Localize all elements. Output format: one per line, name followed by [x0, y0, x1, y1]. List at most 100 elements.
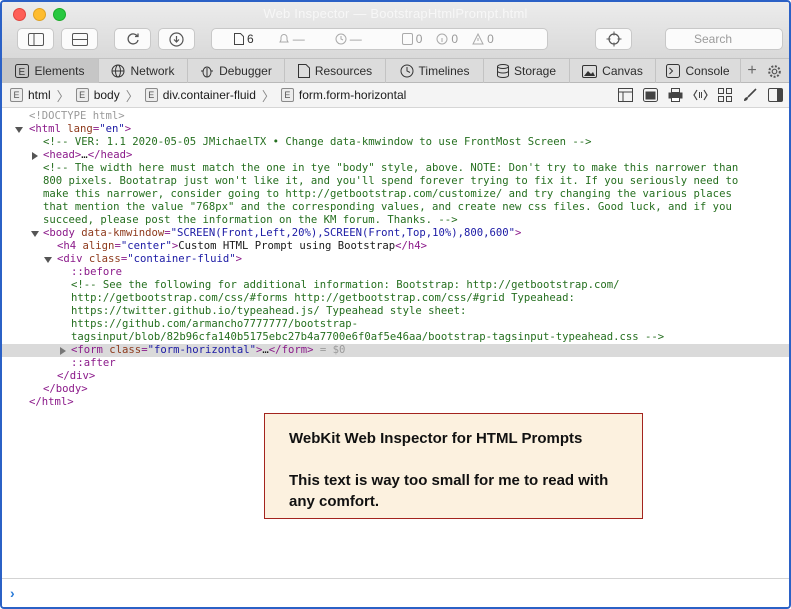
tab-label: Storage — [513, 64, 557, 78]
disclosure-closed-icon[interactable] — [59, 347, 67, 355]
comment-line: tagsinput/blob/82b96cfa140b5175ebc27b4a7… — [71, 331, 665, 343]
layers-button[interactable] — [617, 87, 633, 103]
tab-network[interactable]: Network — [99, 59, 188, 83]
comment-text: <!-- VER: 1.1 2020-05-05 JMichaelTX • Ch… — [43, 136, 592, 148]
crosshair-icon — [606, 31, 621, 47]
dom-node-div[interactable]: <div class="container-fluid"> — [2, 253, 789, 266]
tag-open: <div — [57, 253, 83, 265]
disclosure-open-icon[interactable] — [44, 256, 52, 264]
resource-count[interactable]: 6 — [234, 32, 254, 46]
dom-node-body-close[interactable]: </body> — [2, 383, 789, 396]
add-tab-button[interactable]: + — [741, 59, 763, 83]
storage-icon — [496, 64, 509, 78]
breadcrumb-body[interactable]: E body — [75, 83, 120, 107]
attr-name: align — [82, 240, 115, 252]
warning-icon — [472, 33, 484, 45]
dom-node-see-comment[interactable]: <!-- See the following for additional in… — [2, 279, 789, 344]
info-icon — [436, 33, 448, 45]
dom-node-html[interactable]: <html lang="en"> — [2, 123, 789, 136]
dom-node-head[interactable]: <head>…</head> — [2, 149, 789, 162]
search-field[interactable] — [665, 28, 783, 50]
comment-line: <!-- See the following for additional in… — [71, 279, 620, 291]
tab-storage[interactable]: Storage — [484, 59, 570, 83]
sidebar-layout-icon — [27, 32, 44, 46]
window-icon — [642, 88, 658, 102]
tab-resources[interactable]: Resources — [285, 59, 386, 83]
console-prompt-icon: › — [10, 585, 15, 601]
comment-line: that mention the value "768px" and the c… — [43, 201, 732, 213]
info-count[interactable]: 0 — [436, 32, 458, 46]
dom-node-div-close[interactable]: </div> — [2, 370, 789, 383]
tag-close: </head> — [87, 149, 133, 161]
dom-node-h4[interactable]: <h4 align="center">Custom HTML Prompt us… — [2, 240, 789, 253]
console-input[interactable] — [20, 586, 789, 600]
breadcrumb-form[interactable]: E form.form-horizontal — [280, 83, 406, 107]
dom-node-before[interactable]: ::before — [2, 266, 789, 279]
reload-icon — [126, 33, 139, 45]
dom-node-doctype[interactable]: <!DOCTYPE html> — [2, 110, 789, 123]
download-button[interactable] — [158, 28, 195, 50]
settings-button[interactable] — [763, 59, 785, 83]
dock-side-button[interactable] — [17, 28, 54, 50]
tag-end: > — [515, 227, 522, 239]
svg-text:E: E — [19, 67, 26, 78]
log-count[interactable]: 0 — [401, 32, 422, 46]
message-icon — [401, 33, 413, 45]
breadcrumb-html[interactable]: E html — [10, 83, 51, 107]
pseudo-element: ::before — [71, 266, 123, 278]
tab-debugger[interactable]: Debugger — [188, 59, 285, 83]
tag-close: </h4> — [395, 240, 428, 252]
breadcrumb-label: body — [93, 88, 120, 102]
comment-line: <!-- The width here must match the one i… — [43, 162, 739, 174]
tab-label: Canvas — [602, 64, 643, 78]
breadcrumb-label: div.container-fluid — [162, 88, 256, 102]
edit-style-button[interactable] — [742, 87, 758, 103]
dom-node-form-selected[interactable]: <form class="form-horizontal">…</form> =… — [2, 344, 789, 357]
activity-viewer: 6 — — 0 0 0 — [211, 28, 548, 50]
dock-bottom-button[interactable] — [61, 28, 98, 50]
disclosure-closed-icon[interactable] — [31, 152, 39, 160]
tab-console[interactable]: Console — [656, 59, 741, 83]
bottom-layout-icon — [71, 32, 88, 46]
toggle-sidebar-button[interactable] — [767, 87, 783, 103]
element-icon: E — [144, 88, 158, 102]
dom-node-after[interactable]: ::after — [2, 357, 789, 370]
tag-open: <form — [71, 344, 103, 356]
dom-node-width-comment[interactable]: <!-- The width here must match the one i… — [2, 162, 789, 227]
annotation-callout: WebKit Web Inspector for HTML Prompts Th… — [264, 413, 643, 519]
comment-line: https://github.com/armancho7777777/boots… — [71, 318, 359, 330]
notification-count-value: — — [292, 32, 305, 46]
attr-name: lang — [67, 123, 93, 135]
tab-elements[interactable]: E Elements — [2, 59, 99, 83]
breadcrumb-div[interactable]: E div.container-fluid — [144, 83, 256, 107]
shadow-content-button[interactable] — [692, 87, 708, 103]
printer-icon — [668, 88, 682, 102]
show-rulers-button[interactable] — [642, 87, 658, 103]
window-title: Web Inspector — BootstrapHtmlPrompt.html — [263, 6, 528, 21]
comment-line: https://twitter.github.io/typeahead.js/ … — [71, 305, 467, 317]
tab-label: Network — [130, 64, 175, 78]
warning-count[interactable]: 0 — [472, 32, 494, 46]
load-time[interactable]: — — [335, 32, 362, 46]
dom-node-ver-comment[interactable]: <!-- VER: 1.1 2020-05-05 JMichaelTX • Ch… — [2, 136, 789, 149]
print-styles-button[interactable] — [667, 87, 683, 103]
disclosure-open-icon[interactable] — [31, 230, 39, 238]
comment-line: succeed, please post the information on … — [43, 214, 458, 226]
element-picker-button[interactable] — [595, 28, 632, 50]
disclosure-open-icon[interactable] — [15, 126, 23, 134]
dom-node-body[interactable]: <body data-kmwindow="SCREEN(Front,Left,2… — [2, 227, 789, 240]
search-input[interactable] — [694, 32, 754, 46]
attr-name: data-kmwindow — [81, 227, 165, 239]
timeline-icon — [400, 64, 414, 78]
notification-count[interactable]: — — [278, 32, 305, 46]
tag-close: </div> — [57, 370, 96, 382]
tab-canvas[interactable]: Canvas — [570, 59, 656, 83]
reload-button[interactable] — [114, 28, 151, 50]
resource-count-value: 6 — [247, 32, 254, 46]
load-time-value: — — [349, 32, 362, 46]
tab-timelines[interactable]: Timelines — [386, 59, 484, 83]
chevron-right-icon: 〉 — [56, 88, 70, 104]
grid-overlay-button[interactable] — [717, 87, 733, 103]
comment-line: http://getbootstrap.com/css/#forms http:… — [71, 292, 575, 304]
dom-node-html-close[interactable]: </html> — [2, 396, 789, 409]
